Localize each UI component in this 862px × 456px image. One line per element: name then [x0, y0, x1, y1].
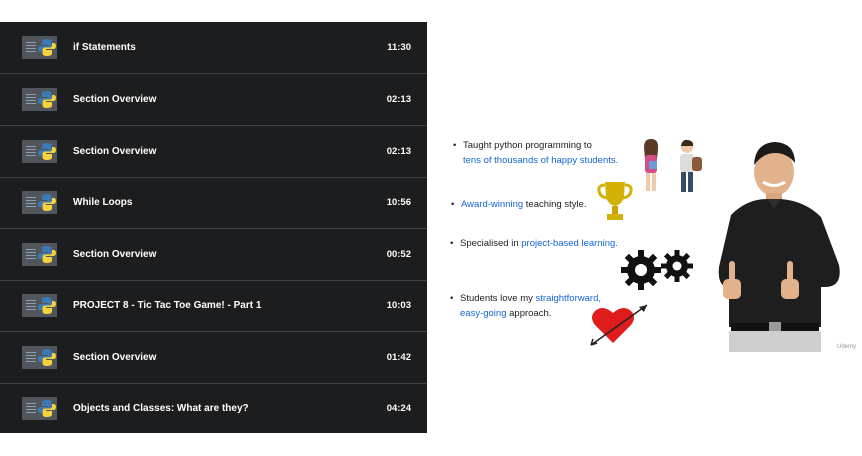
watermark: Udemy	[836, 344, 856, 350]
bullet-teaching-experience: • Taught python programming to tens of t…	[453, 140, 619, 166]
lecture-thumbnail	[22, 243, 57, 266]
lecture-item[interactable]: Section Overview 02:13	[0, 74, 427, 125]
instructor-photo	[718, 142, 840, 352]
lecture-thumbnail	[22, 397, 57, 420]
lecture-duration: 11:30	[387, 42, 411, 53]
list-lines-icon	[26, 94, 36, 105]
list-lines-icon	[26, 352, 36, 363]
lecture-duration: 02:13	[386, 146, 411, 157]
lecture-item[interactable]: Section Overview 00:52	[0, 229, 427, 280]
lecture-item[interactable]: Section Overview 02:13	[0, 126, 427, 177]
lecture-duration: 10:03	[386, 300, 411, 311]
python-logo-icon	[38, 194, 56, 211]
bullet-approach: • Students love my straightforward, easy…	[450, 293, 601, 319]
trophy-icon	[597, 182, 633, 220]
bullet-text: Taught python programming to	[463, 140, 592, 151]
list-lines-icon	[26, 42, 36, 53]
lecture-item[interactable]: Objects and Classes: What are they? 04:2…	[0, 383, 427, 434]
bullet-text: Students love my	[460, 293, 536, 304]
lecture-title: Section Overview	[73, 146, 157, 157]
python-logo-icon	[38, 349, 56, 366]
lecture-thumbnail	[22, 191, 57, 214]
bullet-award: • Award-winning teaching style.	[451, 199, 587, 210]
bullet-text: teaching style.	[523, 199, 587, 210]
heart-arrow-icon	[590, 304, 648, 346]
highlight-text: project-based learning.	[521, 238, 618, 249]
lecture-item[interactable]: PROJECT 8 - Tic Tac Toe Game! - Part 1 1…	[0, 280, 427, 331]
lecture-duration: 10:56	[386, 197, 411, 208]
lecture-duration: 01:42	[386, 352, 411, 363]
gears-icon	[621, 250, 693, 290]
lecture-thumbnail	[22, 88, 57, 111]
highlight-text: easy-going	[460, 308, 507, 319]
lecture-title: While Loops	[73, 197, 133, 208]
python-logo-icon	[38, 143, 56, 160]
lecture-title: Section Overview	[73, 352, 157, 363]
lecture-item[interactable]: if Statements 11:30	[0, 22, 427, 73]
python-logo-icon	[38, 400, 56, 417]
lecture-title: Objects and Classes: What are they?	[73, 403, 249, 414]
lecture-title: Section Overview	[73, 94, 157, 105]
lecture-title: if Statements	[73, 42, 136, 53]
list-lines-icon	[26, 146, 36, 157]
python-logo-icon	[38, 39, 56, 56]
python-logo-icon	[38, 297, 56, 314]
list-lines-icon	[26, 249, 36, 260]
highlight-text: Award-winning	[461, 199, 524, 210]
bullet-text: approach.	[506, 308, 552, 319]
lecture-item[interactable]: While Loops 10:56	[0, 177, 427, 228]
lecture-title: PROJECT 8 - Tic Tac Toe Game! - Part 1	[73, 300, 262, 311]
python-logo-icon	[38, 246, 56, 263]
lecture-duration: 04:24	[386, 403, 411, 414]
lecture-playlist: if Statements 11:30 Section Overview 02:…	[0, 22, 427, 433]
lecture-thumbnail	[22, 36, 57, 59]
list-lines-icon	[26, 300, 36, 311]
video-slide[interactable]: • Taught python programming to tens of t…	[427, 107, 862, 352]
lecture-thumbnail	[22, 140, 57, 163]
list-lines-icon	[26, 197, 36, 208]
lecture-duration: 00:52	[386, 249, 411, 260]
bullet-text: Specialised in	[460, 238, 522, 249]
list-lines-icon	[26, 403, 36, 414]
highlight-text: tens of thousands of happy students.	[463, 155, 619, 166]
lecture-thumbnail	[22, 294, 57, 317]
lecture-thumbnail	[22, 346, 57, 369]
lecture-item[interactable]: Section Overview 01:42	[0, 332, 427, 383]
lecture-duration: 02:13	[386, 94, 411, 105]
bullet-project-based: • Specialised in project-based learning.	[450, 238, 618, 249]
students-icon	[644, 139, 702, 192]
python-logo-icon	[38, 91, 56, 108]
lecture-title: Section Overview	[73, 249, 157, 260]
